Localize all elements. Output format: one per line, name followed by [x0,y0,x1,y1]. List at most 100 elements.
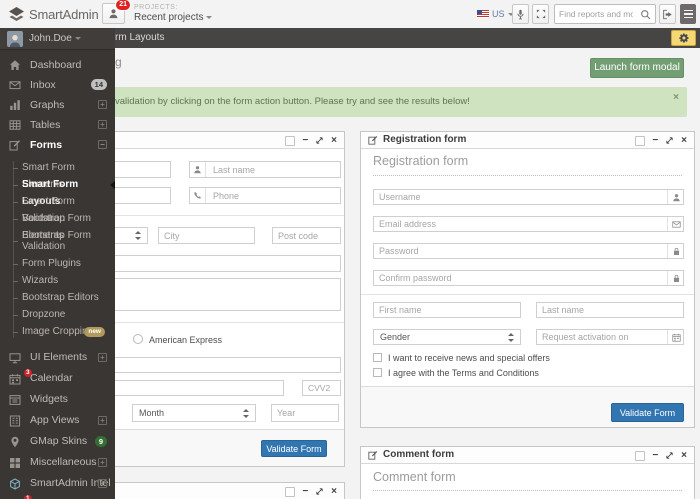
sidebar-item-dashboard[interactable]: Dashboard [0,55,115,75]
sidebar: John.Doe DashboardInbox14Graphs+Tables+F… [0,28,115,499]
sidebar-item-bootstrap-form-elements[interactable]: Bootstrap Form Elements [0,210,115,227]
gender-select[interactable]: Gender [373,329,521,345]
registration-validate-form-button[interactable]: Validate Form [611,403,684,422]
registration-panel-header: Registration form − × [361,132,694,149]
miscellaneous-icon [9,457,21,469]
sidebar-item-calendar[interactable]: 3Calendar [0,368,115,389]
sidebar-item-smart-chat-api[interactable]: 1Smart Chat APIbeta+ [0,494,115,499]
news-offers-checkbox[interactable] [373,353,382,362]
ribbon-settings-button[interactable] [671,30,696,46]
select-arrows-icon [507,333,515,342]
inbox-icon [9,79,21,91]
menu-toggle-button[interactable] [680,4,696,24]
comment-panel-header: Comment form −× [361,447,694,464]
sidebar-item-widgets[interactable]: Widgets [0,389,115,410]
sidebar-item-ui-elements[interactable]: UI Elements+ [0,347,115,368]
registration-form-footer: Validate Form [361,386,694,427]
widget-close-icon[interactable]: × [681,136,687,146]
order-phone-input[interactable] [189,187,341,204]
collapse-toggle-icon: + [98,479,107,488]
sidebar-item-label: Dropzone [22,306,101,323]
collapse-toggle-icon: + [98,458,107,467]
sidebar-item-gmap-skins[interactable]: GMap Skins9 [0,431,115,452]
password-input[interactable] [373,243,684,259]
sidebar-item-bootstrap-form-validation[interactable]: Bootstrap Form Validation [0,227,115,255]
logout-button[interactable] [659,4,676,24]
widget-fullscreen-icon[interactable] [315,487,324,496]
sidebar-item-forms[interactable]: Forms− [0,135,115,155]
card-type-amex-radio[interactable] [133,334,143,344]
language-selector[interactable]: US [477,9,514,19]
lock-icon [667,271,684,285]
sidebar-item-smart-form-layouts[interactable]: Smart Form Layouts [0,176,115,193]
widget-close-icon[interactable]: × [331,487,337,497]
sidebar-item-wizards[interactable]: Wizards [0,272,115,289]
select-arrows-icon [242,409,250,418]
projects-dropdown[interactable]: Recent projects [134,12,212,23]
expiry-month-select[interactable]: Month [132,404,256,422]
sidebar-item-label: Tables [30,115,60,135]
order-last-name-input[interactable] [189,161,341,178]
sidebar-item-bootstrap-editors[interactable]: Bootstrap Editors [0,289,115,306]
widget-fullscreen-icon[interactable] [315,136,324,145]
cvv2-input[interactable] [302,380,341,396]
comment-form-panel: Comment form −× Comment form [360,446,695,499]
activity-button[interactable]: 21 [102,3,125,24]
user-name: John.Doe [29,33,72,44]
activation-date-input[interactable] [536,329,684,345]
search-icon[interactable] [640,9,651,20]
registration-panel-title: Registration form [383,132,466,148]
sidebar-item-label: Bootstrap Editors [22,289,101,306]
widget-toggle-box[interactable] [635,136,645,146]
section-divider [361,294,694,295]
sidebar-item-label: Wizards [22,272,101,289]
sidebar-item-app-views[interactable]: App Views+ [0,410,115,431]
sidebar-item-smart-form-elements[interactable]: Smart Form Elements [0,159,115,176]
news-offers-label: I want to receive news and special offer… [388,353,550,363]
sidebar-item-smartadmin-intel[interactable]: SmartAdmin Intel+ [0,473,115,494]
fullscreen-button[interactable] [532,4,549,24]
sidebar-item-form-plugins[interactable]: Form Plugins [0,255,115,272]
sidebar-item-miscellaneous[interactable]: Miscellaneous+ [0,452,115,473]
widget-collapse-icon[interactable]: − [302,487,308,497]
username-input[interactable] [373,189,684,205]
fullscreen-icon [536,9,546,19]
widget-toggle-box[interactable] [635,451,645,461]
order-city-input[interactable] [158,227,255,244]
last-name-input[interactable] [536,302,684,318]
order-post-code-input[interactable] [272,227,341,244]
order-validate-form-button[interactable]: Validate Form [261,440,327,457]
widget-collapse-icon[interactable]: − [652,136,658,146]
widget-collapse-icon[interactable]: − [652,451,658,461]
widget-toggle-box[interactable] [285,487,295,497]
widget-close-icon[interactable]: × [681,451,687,461]
widget-fullscreen-icon[interactable] [665,451,674,460]
user-menu[interactable]: John.Doe [0,28,115,50]
sidebar-item-inbox[interactable]: Inbox14 [0,75,115,95]
calendar-icon: 3 [9,373,21,385]
sidebar-item-graphs[interactable]: Graphs+ [0,95,115,115]
first-name-input[interactable] [373,302,521,318]
widgets-icon [9,394,21,406]
widget-collapse-icon[interactable]: − [302,136,308,146]
widget-close-icon[interactable]: × [331,136,337,146]
expiry-year-input[interactable] [271,404,339,422]
sidebar-item-tables[interactable]: Tables+ [0,115,115,135]
sidebar-item-dropzone[interactable]: Dropzone [0,306,115,323]
sidebar-item-image-cropping[interactable]: Image Croppingnew [0,323,115,340]
email-input[interactable] [373,216,684,232]
search-input[interactable] [555,5,637,23]
sidebar-item-smart-form-validation[interactable]: Smart Form Validation [0,193,115,210]
comment-form-title: Comment form [373,470,456,484]
terms-checkbox[interactable] [373,368,382,377]
breadcrumb: rm Layouts [115,32,164,43]
confirm-password-input[interactable] [373,270,684,286]
widget-fullscreen-icon[interactable] [665,136,674,145]
phone-icon [189,188,206,203]
sidebar-item-label: Inbox [30,75,56,95]
user-icon [667,190,684,204]
widget-toggle-box[interactable] [285,136,295,146]
launch-form-modal-button[interactable]: Launch form modal [590,58,684,78]
alert-close-icon[interactable]: × [673,92,679,103]
voice-command-button[interactable] [512,4,529,24]
